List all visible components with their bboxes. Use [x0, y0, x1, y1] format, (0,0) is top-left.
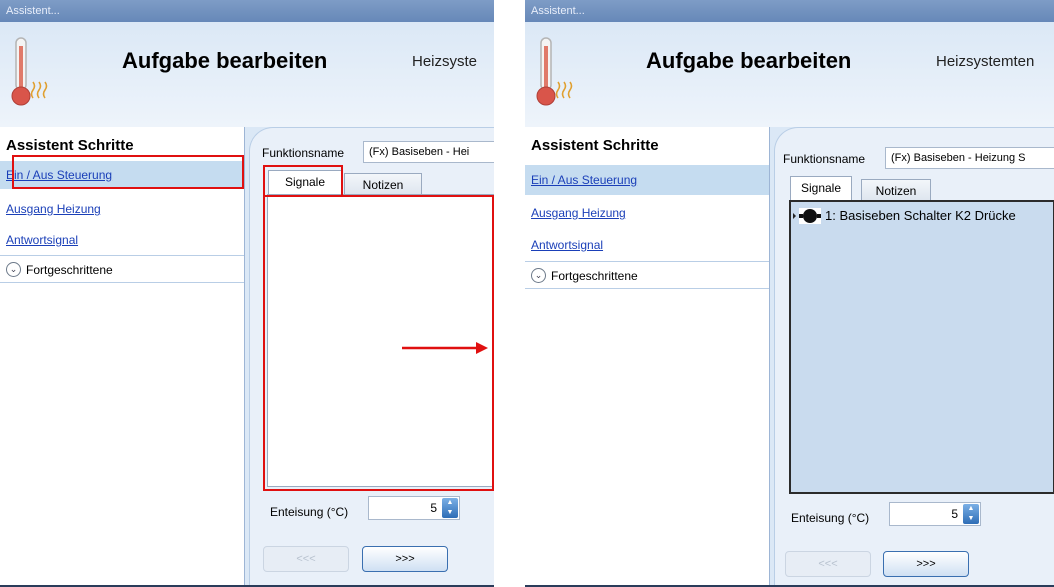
signals-list[interactable]: 1: Basiseben Schalter K2 Drücke	[789, 200, 1054, 494]
heat-waves-icon	[555, 81, 573, 99]
signal-node-icon	[793, 208, 821, 224]
function-type-subtitle: Heizsystemten	[936, 53, 1035, 70]
highlight-tab-box	[263, 165, 343, 197]
hysteresis-value: 5	[951, 507, 958, 521]
step-response-signal[interactable]: Antwortsignal	[525, 231, 769, 259]
steps-title: Assistent Schritte	[6, 137, 134, 154]
function-name-label: Funktionsname	[783, 152, 866, 166]
hysteresis-label: Enteisung (°C)	[270, 505, 349, 519]
chevron-down-icon: ⌄	[6, 262, 21, 277]
spin-buttons[interactable]: ▲ ▼	[963, 504, 979, 524]
hysteresis-value: 5	[430, 501, 437, 515]
heat-waves-icon	[30, 81, 48, 99]
wizard-body: Assistent Schritte Ein / Aus Steuerung A…	[525, 127, 1054, 587]
hysteresis-stepper[interactable]: 5 ▲ ▼	[889, 502, 981, 526]
hysteresis-stepper[interactable]: 5 ▲ ▼	[368, 496, 460, 520]
back-button[interactable]: <<<	[785, 551, 871, 577]
advanced-expander[interactable]: ⌄ Fortgeschrittene	[525, 261, 769, 289]
next-button[interactable]: >>>	[883, 551, 969, 577]
steps-panel: Assistent Schritte Ein / Aus Steuerung A…	[0, 127, 245, 587]
tab-notes[interactable]: Notizen	[861, 179, 931, 200]
hysteresis-label: Enteisung (°C)	[791, 511, 870, 525]
arrow-right-icon	[402, 342, 488, 354]
function-type-subtitle: Heizsyste	[412, 53, 478, 70]
highlight-step-box	[12, 155, 244, 189]
next-button[interactable]: >>>	[362, 546, 448, 572]
window-title: Assistent...	[0, 0, 494, 22]
tab-signals[interactable]: Signale	[790, 176, 852, 200]
advanced-label: Fortgeschrittene	[551, 269, 638, 283]
function-name-field[interactable]: (Fx) Basiseben - Hei	[363, 141, 494, 163]
chevron-down-icon: ⌄	[531, 268, 546, 283]
steps-title: Assistent Schritte	[531, 137, 659, 154]
page-title: Aufgabe bearbeiten	[646, 48, 852, 73]
spin-up-icon[interactable]: ▲	[447, 499, 454, 506]
back-button[interactable]: <<<	[263, 546, 349, 572]
tab-notes[interactable]: Notizen	[344, 173, 422, 194]
function-name-field[interactable]: (Fx) Basiseben - Heizung S	[885, 147, 1054, 169]
signal-item-label: 1: Basiseben Schalter K2 Drücke	[825, 208, 1016, 223]
spin-down-icon[interactable]: ▼	[447, 509, 454, 516]
page-title: Aufgabe bearbeiten	[122, 48, 328, 73]
advanced-expander[interactable]: ⌄ Fortgeschrittene	[0, 255, 244, 283]
wizard-window-after: Assistent... Aufgabe bearbeiten Heizsyst…	[525, 0, 1054, 587]
thermometer-icon	[11, 37, 48, 106]
step-response-signal[interactable]: Antwortsignal	[0, 226, 244, 254]
step-on-off-control[interactable]: Ein / Aus Steuerung	[525, 165, 769, 195]
steps-panel: Assistent Schritte Ein / Aus Steuerung A…	[525, 127, 770, 587]
thermometer-icon	[536, 37, 573, 106]
step-output-heating[interactable]: Ausgang Heizung	[0, 195, 244, 223]
wizard-header: Aufgabe bearbeiten Heizsystemten	[525, 22, 1054, 127]
window-title: Assistent...	[525, 0, 1054, 22]
list-item[interactable]: 1: Basiseben Schalter K2 Drücke	[793, 204, 1051, 228]
spin-down-icon[interactable]: ▼	[968, 515, 975, 522]
wizard-header: Aufgabe bearbeiten Heizsyste	[0, 22, 494, 127]
advanced-label: Fortgeschrittene	[26, 263, 113, 277]
function-name-label: Funktionsname	[262, 146, 345, 160]
step-content-panel: Funktionsname (Fx) Basiseben - Heizung S…	[774, 127, 1054, 587]
spin-buttons[interactable]: ▲ ▼	[442, 498, 458, 518]
step-output-heating[interactable]: Ausgang Heizung	[525, 199, 769, 227]
spin-up-icon[interactable]: ▲	[968, 505, 975, 512]
